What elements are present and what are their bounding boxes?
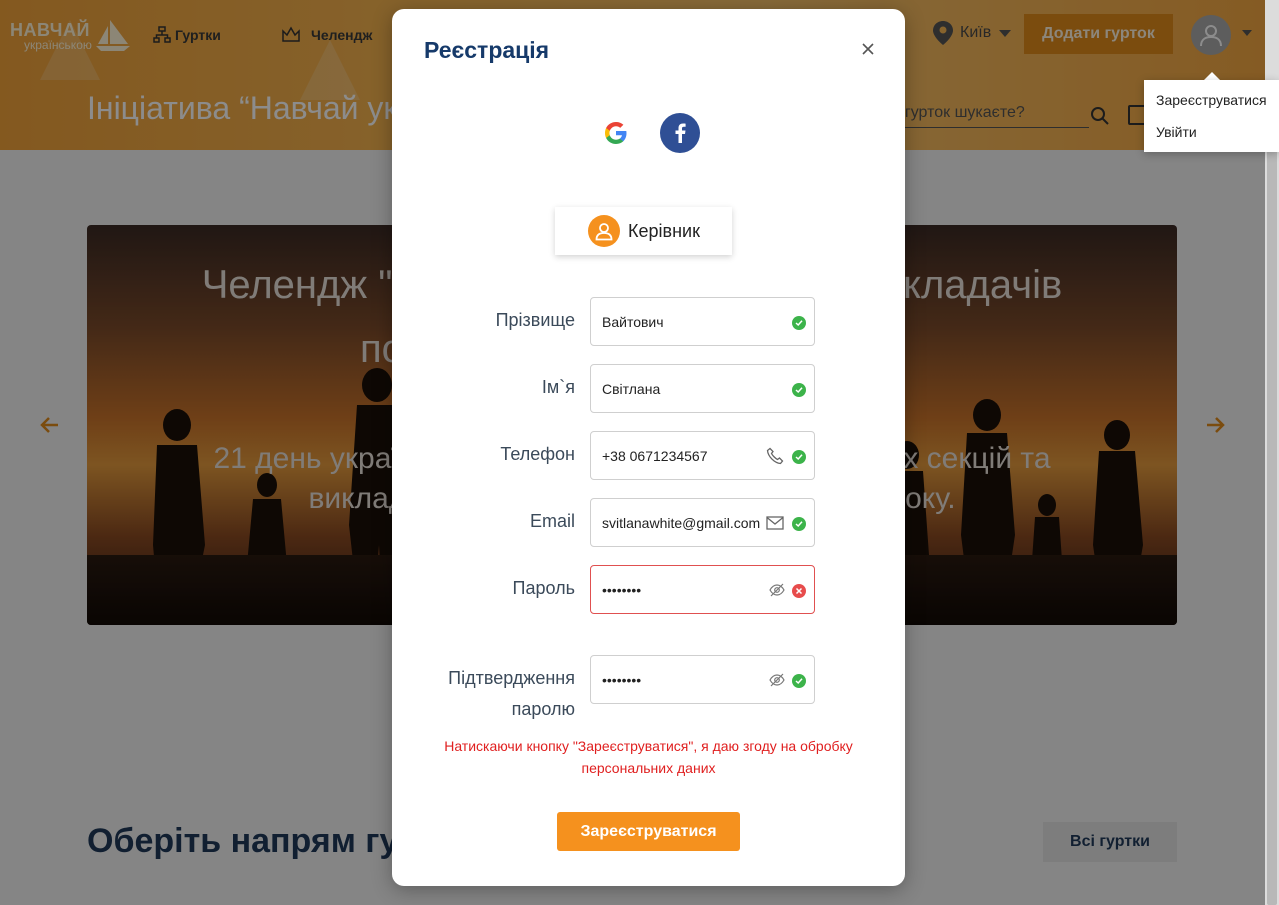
phone-field[interactable]: +38 0671234567: [590, 431, 815, 480]
modal-title: Реєстрація: [424, 37, 550, 63]
phone-icon: [766, 447, 784, 465]
user-icon: [588, 215, 620, 247]
confirm-label-line2: паролю: [511, 699, 575, 719]
role-label: Керівник: [628, 220, 700, 241]
last-name-label: Прізвище: [495, 310, 575, 330]
dropdown-caret: [1204, 72, 1220, 80]
password-label: Пароль: [512, 578, 575, 598]
first-name-value: Світлана: [602, 381, 661, 397]
scrollbar-thumb[interactable]: [1267, 150, 1277, 905]
check-circle-icon: [792, 517, 806, 531]
email-value: svitlanawhite@gmail.com: [602, 515, 761, 531]
confirm-password-label: Підтвердження паролю: [448, 663, 575, 725]
last-name-field[interactable]: Вайтович: [590, 297, 815, 346]
confirm-label-line1: Підтвердження: [448, 668, 575, 688]
email-field[interactable]: svitlanawhite@gmail.com: [590, 498, 815, 547]
role-option-manager[interactable]: Керівник: [555, 207, 732, 255]
first-name-label: Ім`я: [541, 377, 575, 397]
password-value: ••••••••: [602, 582, 642, 598]
last-name-value: Вайтович: [602, 314, 664, 330]
register-button[interactable]: Зареєструватися: [557, 812, 740, 851]
check-circle-icon: [792, 450, 806, 464]
close-button[interactable]: [856, 37, 880, 61]
first-name-field[interactable]: Світлана: [590, 364, 815, 413]
google-login-button[interactable]: [596, 113, 636, 153]
password-field[interactable]: ••••••••: [590, 565, 815, 614]
google-icon: [605, 122, 627, 144]
check-circle-icon: [792, 674, 806, 688]
menu-item-login[interactable]: Увійти: [1156, 124, 1197, 140]
user-dropdown-menu: Зареєструватися Увійти: [1144, 80, 1279, 152]
confirm-password-value: ••••••••: [602, 672, 642, 688]
registration-modal: Реєстрація Керівник Прізвище Вайтович Ім…: [392, 9, 905, 886]
phone-label: Телефон: [500, 444, 575, 464]
phone-value: +38 0671234567: [602, 448, 708, 464]
eye-off-icon[interactable]: [769, 582, 785, 598]
check-circle-icon: [792, 383, 806, 397]
mail-icon: [766, 516, 784, 530]
close-icon: [862, 43, 874, 55]
consent-notice: Натискаючи кнопку "Зареєструватися", я д…: [444, 738, 853, 776]
check-circle-icon: [792, 316, 806, 330]
menu-item-register[interactable]: Зареєструватися: [1156, 92, 1267, 108]
eye-off-icon[interactable]: [769, 672, 785, 688]
email-label: Email: [529, 511, 575, 531]
facebook-login-button[interactable]: [660, 113, 700, 153]
error-circle-icon: [792, 584, 806, 598]
facebook-icon: [675, 123, 686, 143]
confirm-password-field[interactable]: ••••••••: [590, 655, 815, 704]
